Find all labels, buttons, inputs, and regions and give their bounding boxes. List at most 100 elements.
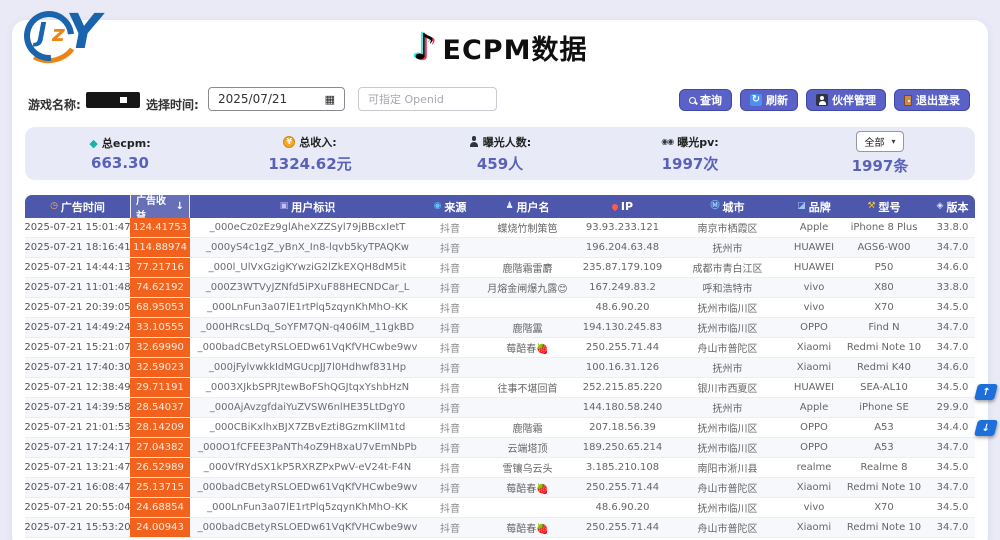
table-row: 2025-07-21 13:21:4726.52989_000VfRYdSX1k… bbox=[25, 458, 975, 478]
cell-revenue: 74.62192 bbox=[130, 278, 190, 297]
cell-city: 呼和浩特市 bbox=[665, 278, 790, 297]
cell-brand: Xiaomi bbox=[790, 338, 838, 357]
cell-city: 抚州市临川区 bbox=[665, 498, 790, 517]
cell-brand: OPPO bbox=[790, 418, 838, 437]
cell-city: 舟山市普陀区 bbox=[665, 338, 790, 357]
date-value: 2025/07/21 bbox=[218, 92, 287, 106]
partner-icon bbox=[816, 94, 828, 106]
filter-select[interactable]: 全部 ▾ bbox=[856, 131, 903, 152]
cell-openid: _0003XJkbSPRJtewBoFShQGJtqxYshbHzN bbox=[190, 378, 425, 397]
cell-version: 34.6.0 bbox=[930, 358, 975, 377]
table-row: 2025-07-21 14:44:1377.21716_000l_UlVxGzi… bbox=[25, 258, 975, 278]
cell-source: 抖音 bbox=[425, 478, 475, 497]
col-header-ad-time: ◷ 广告时间 bbox=[25, 195, 130, 218]
game-name-label: 游戏名称: bbox=[28, 96, 81, 113]
cell-city: 舟山市普陀区 bbox=[665, 518, 790, 537]
stat-label: 总ecpm: bbox=[102, 135, 151, 151]
stat-total-ecpm: ◆ 总ecpm: 663.30 bbox=[25, 135, 215, 172]
col-header-username: ♟ 用户名 bbox=[475, 195, 580, 218]
filter-count: 1997条 bbox=[785, 155, 975, 176]
cell-source: 抖音 bbox=[425, 338, 475, 357]
table-row: 2025-07-21 18:16:41114.88974_000yS4c1gZ_… bbox=[25, 238, 975, 258]
tools-icon: ⚒ bbox=[867, 202, 875, 211]
table-row: 2025-07-21 21:01:5328.14209_000CBiKxlhxB… bbox=[25, 418, 975, 438]
logout-button-label: 退出登录 bbox=[916, 92, 960, 108]
openid-input[interactable]: 可指定 Openid bbox=[358, 87, 497, 111]
cell-source: 抖音 bbox=[425, 238, 475, 257]
search-button[interactable]: 查询 bbox=[679, 89, 732, 111]
cell-source: 抖音 bbox=[425, 398, 475, 417]
scroll-bottom-button[interactable]: ↓ bbox=[974, 420, 998, 436]
table-row: 2025-07-21 20:55:0424.68854_000LnFun3a07… bbox=[25, 498, 975, 518]
cell-brand: HUAWEI bbox=[790, 378, 838, 397]
cell-version: 34.5.0 bbox=[930, 378, 975, 397]
cell-openid: _000l_UlVxGzigKYwziG2lZkEXQH8dM5it bbox=[190, 258, 425, 277]
pin-icon bbox=[611, 202, 619, 210]
stats-bar: ◆ 总ecpm: 663.30 ¥ 总收入: 1324.62元 曝光人数: 45… bbox=[25, 127, 975, 180]
cell-model: Redmi Note 10 bbox=[838, 518, 930, 537]
cell-openid: _000eCz0zEz9glAheXZZSyl79jBBcxIetT bbox=[190, 218, 425, 237]
user-icon: ♟ bbox=[505, 202, 513, 211]
cell-time: 2025-07-21 20:55:04 bbox=[25, 498, 130, 517]
toolbar-buttons: 查询 ↻ 刷新 伙伴管理 退出登录 bbox=[679, 89, 970, 111]
col-header-source: ◉ 来源 bbox=[425, 195, 475, 218]
cell-source: 抖音 bbox=[425, 378, 475, 397]
cell-model: Redmi Note 10 bbox=[838, 478, 930, 497]
filter-selected-value: 全部 bbox=[864, 134, 884, 149]
cell-username: 莓醅春🍓 bbox=[475, 518, 580, 537]
col-label: 用户标识 bbox=[291, 199, 335, 215]
cell-city: 抚州市 bbox=[665, 358, 790, 377]
partner-button-label: 伙伴管理 bbox=[832, 92, 876, 108]
cell-username bbox=[475, 498, 580, 517]
cell-version: 34.5.0 bbox=[930, 498, 975, 517]
cell-username: 鹿階靁 bbox=[475, 318, 580, 337]
refresh-icon: ↻ bbox=[750, 94, 762, 106]
cell-source: 抖音 bbox=[425, 298, 475, 317]
col-label: IP bbox=[621, 200, 633, 213]
cell-time: 2025-07-21 18:16:41 bbox=[25, 238, 130, 257]
cell-version: 34.6.0 bbox=[930, 258, 975, 277]
scroll-top-button[interactable]: ↑ bbox=[974, 384, 998, 400]
table-row: 2025-07-21 15:01:47124.41753_000eCz0zEz9… bbox=[25, 218, 975, 238]
cell-source: 抖音 bbox=[425, 418, 475, 437]
stat-value: 1324.62元 bbox=[215, 153, 405, 174]
cell-version: 34.4.0 bbox=[930, 418, 975, 437]
col-header-brand: ◪ 品牌 bbox=[790, 195, 838, 218]
refresh-button[interactable]: ↻ 刷新 bbox=[740, 89, 798, 111]
cell-source: 抖音 bbox=[425, 218, 475, 237]
cell-source: 抖音 bbox=[425, 358, 475, 377]
cell-time: 2025-07-21 15:21:07 bbox=[25, 338, 130, 357]
search-button-label: 查询 bbox=[700, 92, 722, 108]
cell-brand: HUAWEI bbox=[790, 258, 838, 277]
stat-value: 663.30 bbox=[25, 154, 215, 172]
cell-brand: vivo bbox=[790, 498, 838, 517]
cell-version: 34.7.0 bbox=[930, 518, 975, 537]
logout-button[interactable]: 退出登录 bbox=[894, 89, 970, 111]
cell-revenue: 24.68854 bbox=[130, 498, 190, 517]
gem-icon: ◆ bbox=[89, 137, 97, 150]
cell-city: 抚州市临川区 bbox=[665, 438, 790, 457]
cell-brand: vivo bbox=[790, 298, 838, 317]
cell-time: 2025-07-21 21:01:53 bbox=[25, 418, 130, 437]
cell-revenue: 32.69990 bbox=[130, 338, 190, 357]
tag-icon: ◪ bbox=[797, 202, 806, 211]
calendar-icon[interactable]: ▦ bbox=[325, 93, 335, 106]
cell-username: 雪镶乌云头 bbox=[475, 458, 580, 477]
partner-manage-button[interactable]: 伙伴管理 bbox=[806, 89, 886, 111]
cell-username bbox=[475, 398, 580, 417]
cell-openid: _000LnFun3a07lE1rtPlq5zqynKhMhO-KK bbox=[190, 498, 425, 517]
date-input[interactable]: 2025/07/21 ▦ bbox=[208, 87, 345, 111]
cell-revenue: 77.21716 bbox=[130, 258, 190, 277]
table-body: 2025-07-21 15:01:47124.41753_000eCz0zEz9… bbox=[25, 218, 975, 538]
stat-label: 曝光人数: bbox=[483, 134, 531, 150]
cell-time: 2025-07-21 14:44:13 bbox=[25, 258, 130, 277]
cell-username bbox=[475, 238, 580, 257]
col-label: 城市 bbox=[723, 199, 745, 215]
refresh-button-label: 刷新 bbox=[766, 92, 788, 108]
cell-openid: _000LnFun3a07lE1rtPlq5zqynKhMhO-KK bbox=[190, 298, 425, 317]
cell-time: 2025-07-21 13:21:47 bbox=[25, 458, 130, 477]
cell-revenue: 29.71191 bbox=[130, 378, 190, 397]
cell-brand: HUAWEI bbox=[790, 238, 838, 257]
cell-revenue: 68.95053 bbox=[130, 298, 190, 317]
cell-model: Realme 8 bbox=[838, 458, 930, 477]
